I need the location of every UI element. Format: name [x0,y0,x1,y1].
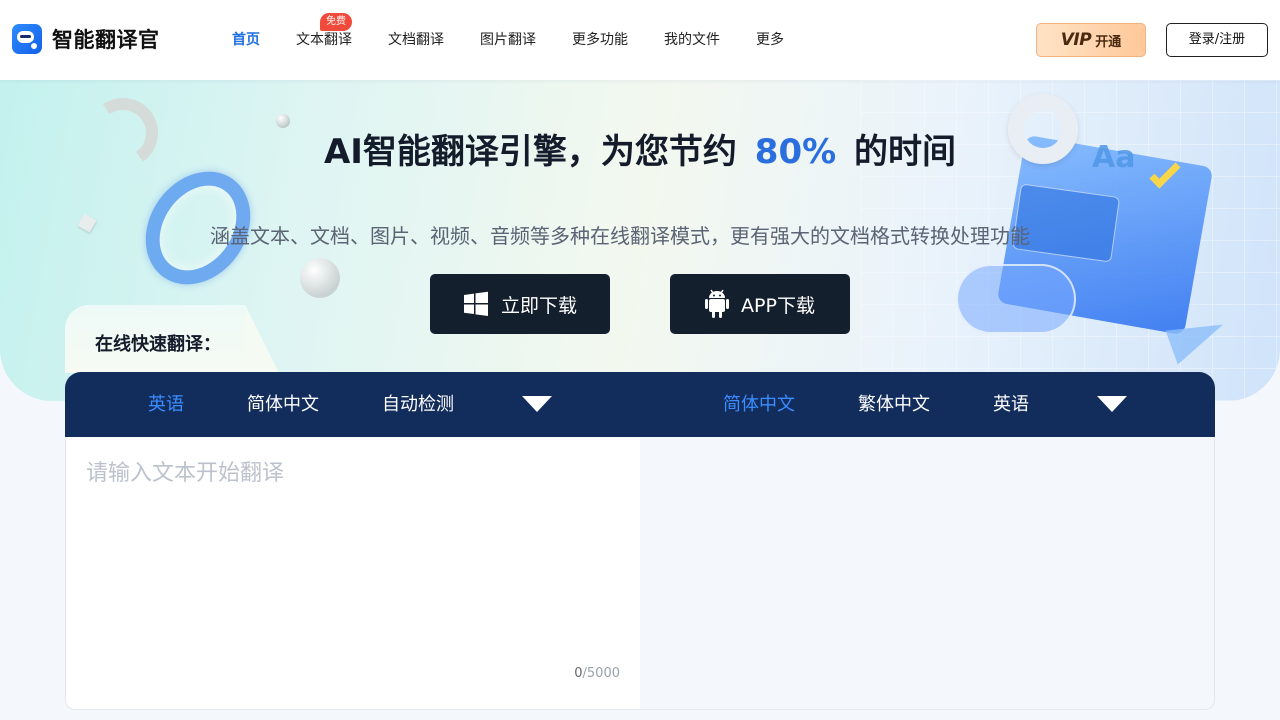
cube-decoration [77,213,97,233]
nav-my-files[interactable]: 我的文件 [646,0,738,80]
source-lang-auto-detect[interactable]: 自动检测 [382,372,454,437]
nav-image-translate[interactable]: 图片翻译 [462,0,554,80]
vip-label: VIP [1060,30,1092,50]
app-download-button[interactable]: APP下载 [670,274,850,334]
source-text-pane: 0/5000 [65,437,640,710]
char-counter: 0/5000 [574,666,620,681]
hero-subtitle: 涵盖文本、文档、图片、视频、音频等多种在线翻译模式，更有强大的文档格式转换处理功… [210,224,1030,248]
hero-title-highlight: 80% [754,132,837,172]
translation-output-pane [640,437,1215,710]
quick-translate-label: 在线快速翻译： [95,334,221,355]
source-text-input[interactable] [66,437,640,709]
target-lang-english[interactable]: 英语 [993,372,1029,437]
nav-more[interactable]: 更多 [738,0,802,80]
target-lang-simplified-chinese[interactable]: 简体中文 [723,372,795,437]
char-count: 0 [574,666,583,681]
free-badge: 免费 [320,13,352,31]
logo-icon [12,24,42,54]
app-download-label: APP下载 [741,294,815,317]
hero-title-suffix: 的时间 [854,132,957,172]
cloud-illustration [956,264,1076,334]
top-header: 智能翻译官 首页 文本翻译 免费 文档翻译 图片翻译 更多功能 我的文件 更多 … [0,0,1280,80]
logo-text: 智能翻译官 [52,28,160,52]
site-logo[interactable]: 智能翻译官 [12,24,160,54]
source-lang-dropdown-icon[interactable] [522,396,552,412]
hero-title: AI智能翻译引擎，为您节约 80% 的时间 [0,124,1280,173]
vip-action-label: 开通 [1095,34,1122,50]
source-lang-simplified-chinese[interactable]: 简体中文 [247,372,319,437]
nav-text-translate-label: 文本翻译 [296,32,352,48]
download-now-label: 立即下载 [500,294,577,317]
nav-text-translate[interactable]: 文本翻译 免费 [278,0,370,80]
target-lang-traditional-chinese[interactable]: 繁体中文 [858,372,930,437]
login-register-button[interactable]: 登录/注册 [1166,23,1268,57]
download-now-button[interactable]: 立即下载 [430,274,610,334]
language-bar: 英语 简体中文 自动检测 简体中文 繁体中文 英语 [65,372,1215,437]
char-limit: /5000 [582,666,620,681]
android-icon [705,289,730,319]
target-lang-dropdown-icon[interactable] [1097,396,1127,412]
source-lang-english[interactable]: 英语 [148,372,184,437]
nav-doc-translate[interactable]: 文档翻译 [370,0,462,80]
main-nav: 首页 文本翻译 免费 文档翻译 图片翻译 更多功能 我的文件 更多 [214,0,802,80]
vip-open-button[interactable]: VIP 开通 [1036,23,1146,57]
nav-more-features[interactable]: 更多功能 [554,0,646,80]
hero-title-prefix: AI智能翻译引擎，为您节约 [323,132,737,172]
nav-home[interactable]: 首页 [214,0,278,80]
sphere-decoration [300,258,340,298]
windows-icon [463,291,489,317]
